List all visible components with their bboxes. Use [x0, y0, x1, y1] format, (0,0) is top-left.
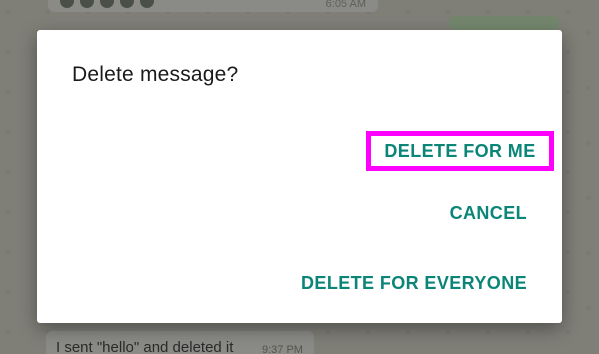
emoji-icon: [80, 0, 94, 8]
emoji-icon: [60, 0, 74, 8]
delete-for-everyone-button[interactable]: DELETE FOR EVERYONE: [301, 273, 527, 294]
message-text: I sent "hello" and deleted it: [56, 339, 234, 354]
message-bubble-bottom: I sent "hello" and deleted it 9:37 PM: [46, 331, 314, 354]
emoji-row: [60, 0, 154, 8]
message-timestamp: 9:37 PM: [262, 344, 303, 354]
outgoing-bubble: [449, 16, 559, 30]
cancel-button[interactable]: CANCEL: [450, 203, 527, 224]
delete-for-me-button[interactable]: DELETE FOR ME: [366, 131, 554, 171]
dialog-title: Delete message?: [72, 63, 239, 86]
delete-message-dialog: Delete message? DELETE FOR ME CANCEL DEL…: [37, 30, 562, 323]
emoji-icon: [100, 0, 114, 8]
message-timestamp: 6:05 AM: [325, 0, 366, 10]
message-bubble-top: 6:05 AM: [48, 0, 378, 12]
emoji-icon: [120, 0, 134, 8]
emoji-icon: [140, 0, 154, 8]
delete-for-me-label: DELETE FOR ME: [384, 140, 536, 161]
